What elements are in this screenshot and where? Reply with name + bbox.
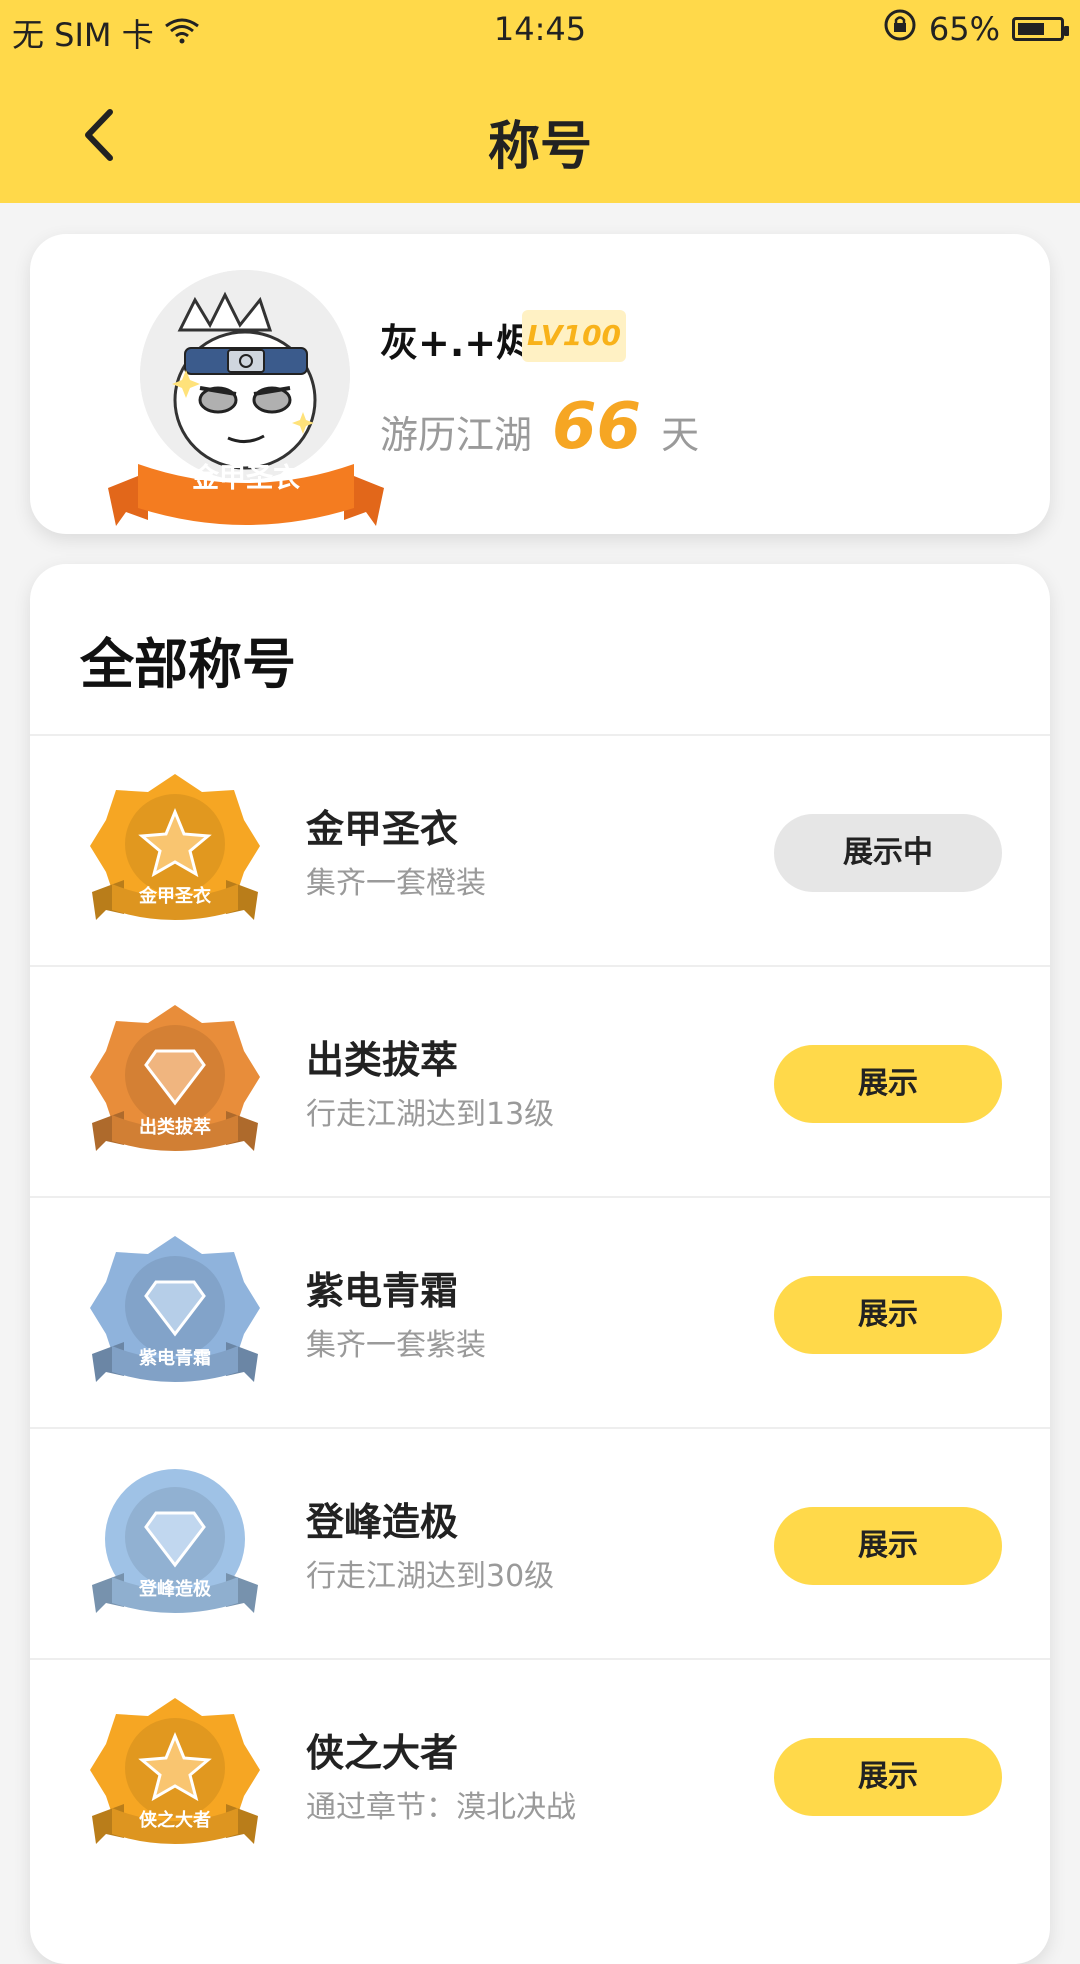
page-title: 称号 <box>487 117 592 177</box>
rotation-lock-icon <box>883 8 917 50</box>
section-heading: 全部称号 <box>80 633 296 696</box>
level-badge: LV100 <box>522 310 626 362</box>
titles-card: 全部称号 金甲圣衣 金甲圣衣 集齐一套橙装 展示中 出类拔萃 出类拔萃 行走江湖达到13级展… <box>30 564 1050 1964</box>
display-button[interactable]: 展示 <box>774 1507 1002 1585</box>
title-condition: 通过章节：漠北决战 <box>306 1790 576 1825</box>
title-row: 登峰造极 登峰造极 行走江湖达到30级 展示 <box>30 1429 1050 1660</box>
title-condition: 集齐一套橙装 <box>306 866 486 901</box>
status-bar: 无 SIM 卡 14:45 65% <box>0 0 1080 58</box>
title-row: 金甲圣衣 金甲圣衣 集齐一套橙装 展示中 <box>30 736 1050 967</box>
top-header: 无 SIM 卡 14:45 65% 称号 <box>0 0 1080 203</box>
title-condition: 行走江湖达到13级 <box>306 1097 555 1132</box>
title-name: 金甲圣衣 <box>306 807 459 851</box>
medal-label: 金甲圣衣 <box>139 886 211 907</box>
journey-label: 游历江湖 <box>380 413 533 457</box>
title-row: 侠之大者 侠之大者 通过章节：漠北决战 展示 <box>30 1660 1050 1890</box>
medal-label: 登峰造极 <box>139 1579 211 1600</box>
battery-icon <box>1012 17 1069 41</box>
display-button[interactable]: 展示 <box>774 1045 1002 1123</box>
title-name: 侠之大者 <box>306 1731 459 1775</box>
profile-name: 灰+.+烬 <box>380 321 535 365</box>
journey-stat: 游历江湖 66 天 <box>380 390 699 464</box>
medal-label: 侠之大者 <box>139 1810 211 1831</box>
profile-card: 金甲圣衣 <box>30 234 1050 534</box>
title-name: 登峰造极 <box>306 1500 459 1544</box>
current-title-label: 金甲圣衣 <box>192 463 300 494</box>
title-name: 出类拔萃 <box>306 1038 459 1082</box>
title-condition: 集齐一套紫装 <box>306 1328 486 1363</box>
title-condition: 行走江湖达到30级 <box>306 1559 555 1594</box>
displaying-button[interactable]: 展示中 <box>774 814 1002 892</box>
title-name: 紫电青霜 <box>306 1269 459 1313</box>
title-row: 出类拔萃 出类拔萃 行走江湖达到13级 展示 <box>30 967 1050 1198</box>
nav-bar: 称号 <box>0 80 1080 190</box>
status-right: 65% <box>883 8 1069 50</box>
medal-label: 出类拔萃 <box>139 1117 211 1138</box>
battery-percent: 65% <box>928 10 1000 48</box>
journey-days: 66 <box>552 390 642 464</box>
journey-unit: 天 <box>661 413 700 457</box>
medal-label: 紫电青霜 <box>139 1348 211 1369</box>
display-button[interactable]: 展示 <box>774 1276 1002 1354</box>
display-button[interactable]: 展示 <box>774 1738 1002 1816</box>
title-row: 紫电青霜 紫电青霜 集齐一套紫装 展示 <box>30 1198 1050 1429</box>
